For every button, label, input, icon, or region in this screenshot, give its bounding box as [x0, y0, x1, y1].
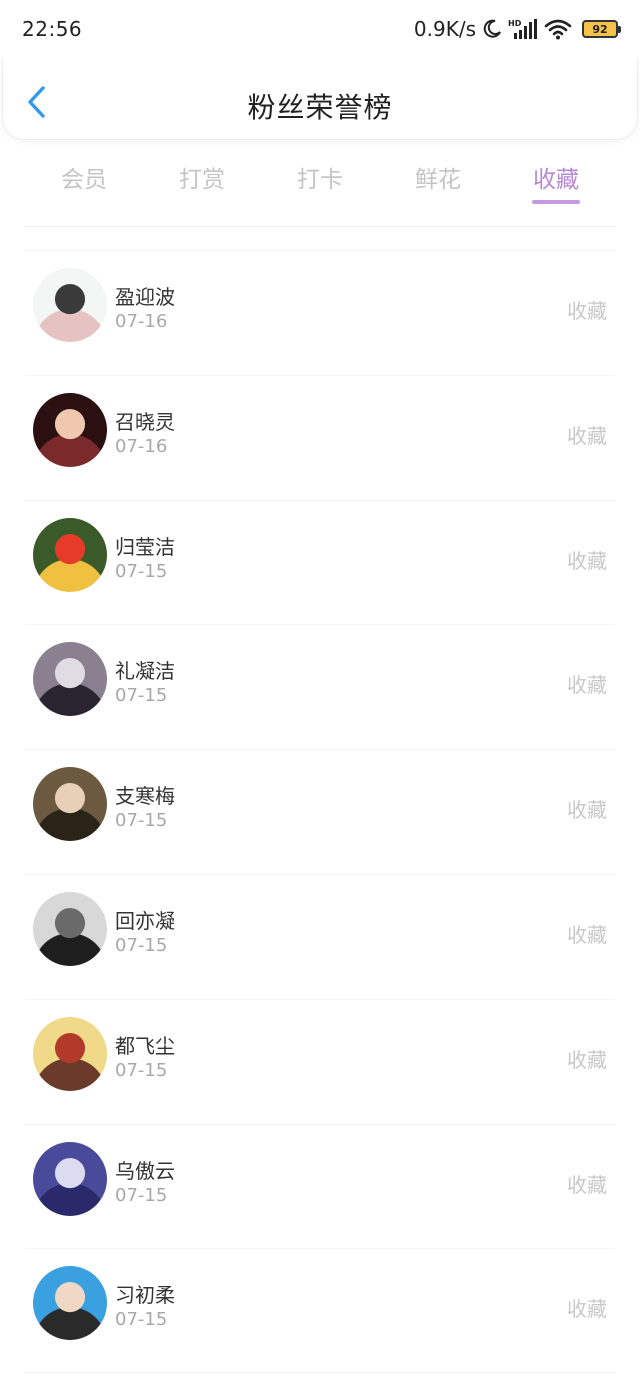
avatar[interactable] — [33, 891, 107, 966]
avatar[interactable] — [33, 517, 107, 592]
fan-date: 07-15 — [115, 685, 168, 707]
header-bar: 粉丝荣誉榜 — [2, 58, 638, 140]
favorite-action[interactable]: 收藏 — [567, 545, 607, 574]
fan-date: 07-15 — [115, 1059, 168, 1081]
tab-favorites[interactable]: 收藏 — [497, 150, 615, 226]
list-item[interactable]: 礼凝洁 07-15 收藏 — [25, 624, 615, 749]
avatar[interactable] — [33, 1266, 107, 1341]
fan-name: 支寒梅 — [115, 784, 175, 809]
favorite-action[interactable]: 收藏 — [567, 669, 607, 698]
tab-checkin[interactable]: 打卡 — [261, 150, 379, 226]
status-indicators: 0.9K/s HD 92 — [413, 17, 621, 41]
tab-label: 打卡 — [297, 167, 343, 193]
favorite-action[interactable]: 收藏 — [567, 794, 607, 823]
fan-date: 07-15 — [115, 1309, 168, 1331]
favorite-action[interactable]: 收藏 — [567, 1293, 607, 1322]
hd-signal-icon: HD — [508, 18, 538, 40]
avatar[interactable] — [33, 642, 107, 717]
tab-label: 打赏 — [179, 167, 225, 193]
list-item[interactable]: 召晓灵 07-16 收藏 — [25, 374, 615, 500]
fan-name: 盈迎波 — [115, 285, 175, 309]
tab-label: 收藏 — [533, 167, 579, 193]
list-item[interactable]: 归莹洁 07-15 收藏 — [25, 499, 615, 625]
fan-date: 07-15 — [115, 810, 168, 832]
tab-label: 会员 — [61, 167, 107, 193]
favorite-action[interactable]: 收藏 — [567, 420, 607, 449]
tab-bar: 会员 打赏 打卡 鲜花 收藏 — [25, 150, 615, 227]
tab-underline — [532, 200, 580, 204]
favorite-action[interactable]: 收藏 — [567, 1044, 607, 1073]
fan-date: 07-16 — [115, 435, 168, 457]
moon-icon — [482, 19, 502, 39]
favorite-action[interactable]: 收藏 — [567, 295, 607, 324]
avatar[interactable] — [33, 268, 107, 342]
fan-name: 回亦凝 — [115, 908, 175, 933]
favorite-action[interactable]: 收藏 — [567, 1169, 607, 1198]
list-item[interactable]: 习初柔 07-15 收藏 — [25, 1248, 615, 1374]
fan-list: 盈迎波 07-16 收藏 召晓灵 07-16 收藏 归莹洁 07-15 收藏 礼… — [0, 250, 640, 1374]
avatar[interactable] — [33, 392, 107, 467]
fan-name: 召晓灵 — [115, 409, 175, 434]
list-item[interactable]: 都飞尘 07-15 收藏 — [25, 998, 615, 1124]
avatar[interactable] — [33, 767, 107, 842]
page-title: 粉丝荣誉榜 — [247, 91, 393, 124]
avatar[interactable] — [33, 1141, 107, 1216]
status-time: 22:56 — [22, 17, 83, 41]
tab-label: 鲜花 — [415, 167, 461, 193]
fan-name: 归莹洁 — [115, 534, 175, 559]
fan-date: 07-16 — [115, 311, 168, 332]
network-speed: 0.9K/s — [413, 17, 476, 41]
tab-members[interactable]: 会员 — [25, 150, 143, 226]
fan-name: 习初柔 — [115, 1283, 175, 1308]
status-bar: 22:56 0.9K/s HD 92 — [0, 0, 640, 58]
fan-date: 07-15 — [115, 934, 168, 956]
list-item[interactable]: 回亦凝 07-15 收藏 — [25, 873, 615, 999]
fan-name: 乌傲云 — [115, 1158, 175, 1183]
fan-date: 07-15 — [115, 1184, 168, 1206]
battery-icon: 92 — [582, 20, 621, 38]
fan-date: 07-15 — [115, 560, 168, 582]
battery-level: 92 — [592, 22, 608, 36]
tab-flowers[interactable]: 鲜花 — [379, 150, 497, 226]
list-item[interactable]: 盈迎波 07-16 收藏 — [25, 250, 615, 375]
list-item[interactable]: 乌傲云 07-15 收藏 — [25, 1123, 615, 1249]
fan-name: 都飞尘 — [115, 1033, 175, 1058]
tab-tips[interactable]: 打赏 — [143, 150, 261, 226]
list-item[interactable]: 支寒梅 07-15 收藏 — [25, 749, 615, 874]
favorite-action[interactable]: 收藏 — [567, 919, 607, 948]
svg-text:HD: HD — [508, 19, 522, 28]
wifi-icon — [544, 18, 572, 40]
avatar[interactable] — [33, 1016, 107, 1091]
fan-name: 礼凝洁 — [115, 659, 175, 684]
